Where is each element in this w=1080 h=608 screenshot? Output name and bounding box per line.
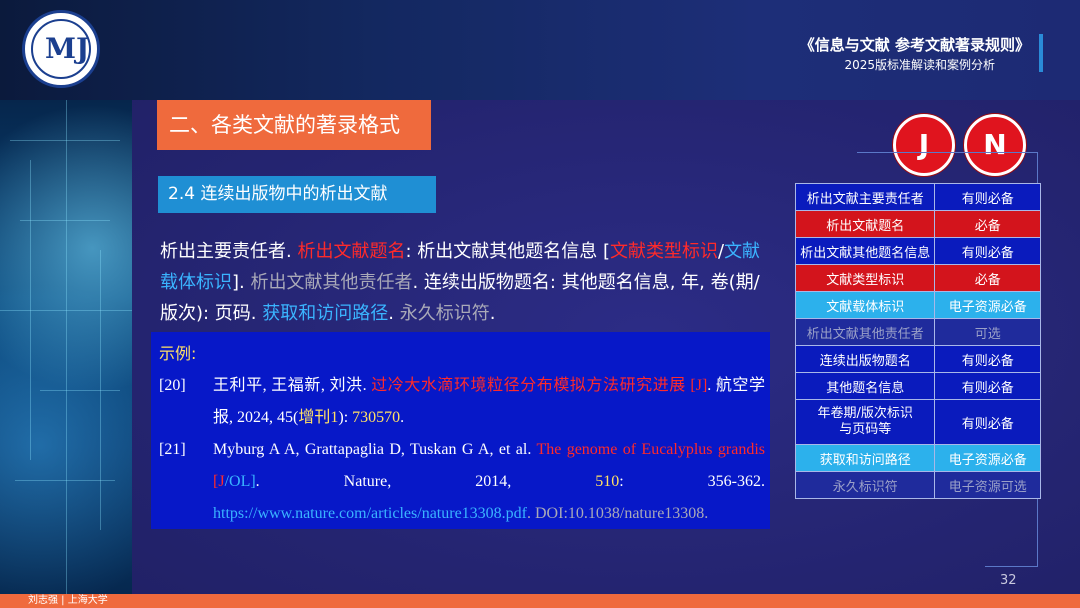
format-part: . <box>489 303 496 324</box>
table-cell-field: 其他题名信息 <box>794 372 936 400</box>
format-part-required: 文献类型标识 <box>609 241 718 262</box>
reference-number: [20] <box>159 377 186 394</box>
format-part-optional: 永久标识符 <box>399 303 490 324</box>
table-cell-field: 文献类型标识 <box>794 264 936 292</box>
reference-item: [20] 王利平, 王福新, 刘洪. 过冷大水滴环境粒径分布模拟方法研究进展 [… <box>159 370 765 434</box>
table-cell-requirement: 有则必备 <box>934 237 1041 265</box>
table-row: 年卷期/版次标识 与页码等 有则必备 <box>794 399 1041 445</box>
ref-issue: 增刊1 <box>298 409 339 426</box>
ref-page: 730570 <box>352 409 401 426</box>
ref-carrier: /OL] <box>224 473 256 490</box>
ref-text: ): <box>338 409 353 426</box>
table-cell-field: 获取和访问路径 <box>794 444 936 472</box>
table-cell-requirement: 电子资源必备 <box>934 444 1041 472</box>
table-cell-requirement: 可选 <box>934 318 1041 346</box>
ref-doi: . DOI:10.1038/nature13308. <box>527 505 709 522</box>
ref-text: Myburg A A, Grattapaglia D, Tuskan G A, … <box>213 441 537 458</box>
table-cell-requirement: 有则必备 <box>934 345 1041 373</box>
footer-text: 刘志强 | 上海大学 <box>28 595 108 606</box>
element-requirement-table: 析出文献主要责任者 有则必备 析出文献题名 必备 析出文献其他题名信息 有则必备 文献类型标… <box>794 183 1041 499</box>
badge-journal-J: J <box>893 114 955 176</box>
example-label: 示例: <box>159 344 197 363</box>
ref-text: : 356-362. <box>619 473 765 490</box>
table-row: 永久标识符 电子资源可选 <box>794 471 1041 499</box>
format-part-optional: 析出文献其他责任者 <box>250 272 413 293</box>
table-row: 析出文献题名 必备 <box>794 210 1041 238</box>
format-part: . <box>388 303 400 324</box>
ref-text: . Nature, 2014, <box>255 473 596 490</box>
header-accent-bar <box>1039 34 1043 72</box>
ref-url-link[interactable]: https://www.nature.com/articles/nature13… <box>213 505 527 522</box>
decorative-frame-line <box>857 152 1037 153</box>
table-row: 其他题名信息 有则必备 <box>794 372 1041 400</box>
table-cell-requirement: 有则必备 <box>934 372 1041 400</box>
table-cell-field: 年卷期/版次标识 与页码等 <box>794 399 936 445</box>
decorative-frame-line <box>985 566 1038 567</box>
ref-text: 王利平, 王福新, 刘洪. <box>213 377 372 394</box>
table-cell-field: 析出文献题名 <box>794 210 936 238</box>
table-row: 析出文献其他责任者 可选 <box>794 318 1041 346</box>
table-cell-requirement: 必备 <box>934 210 1041 238</box>
table-cell-requirement: 有则必备 <box>934 399 1041 445</box>
table-cell-field: 析出文献其他责任者 <box>794 318 936 346</box>
subsection-title: 2.4 连续出版物中的析出文献 <box>158 176 436 213</box>
table-row: 析出文献主要责任者 有则必备 <box>794 183 1041 211</box>
citation-format-text: 析出主要责任者. 析出文献题名: 析出文献其他题名信息 [文献类型标识/文献载体… <box>160 236 770 329</box>
page-number: 32 <box>1000 573 1017 588</box>
example-box: 示例: [20] 王利平, 王福新, 刘洪. 过冷大水滴环境粒径分布模拟方法研究… <box>151 332 770 529</box>
footer-bar: 刘志强 | 上海大学 <box>0 594 1080 608</box>
table-cell-requirement: 有则必备 <box>934 183 1041 211</box>
format-part: : 析出文献其他题名信息 [ <box>405 241 610 262</box>
table-cell-requirement: 电子资源必备 <box>934 291 1041 319</box>
table-cell-field: 析出文献主要责任者 <box>794 183 936 211</box>
course-title: 《信息与文献 参考文献著录规则》 <box>799 36 1030 54</box>
course-subtitle: 2025版标准解读和案例分析 <box>844 58 995 72</box>
format-part: 析出主要责任者. <box>160 241 298 262</box>
ref-title: 过冷大水滴环境粒径分布模拟方法研究进展 [J] <box>371 377 708 394</box>
table-row: 文献载体标识 电子资源必备 <box>794 291 1041 319</box>
table-row: 连续出版物题名 有则必备 <box>794 345 1041 373</box>
table-row: 文献类型标识 必备 <box>794 264 1041 292</box>
format-part-electronic: 获取和访问路径 <box>262 303 389 324</box>
table-row: 获取和访问路径 电子资源必备 <box>794 444 1041 472</box>
table-cell-requirement: 必备 <box>934 264 1041 292</box>
reference-item: [21] Myburg A A, Grattapaglia D, Tuskan … <box>159 434 765 530</box>
table-row: 析出文献其他题名信息 有则必备 <box>794 237 1041 265</box>
table-cell-field: 析出文献其他题名信息 <box>794 237 936 265</box>
decorative-tech-panel <box>0 100 132 594</box>
format-part-required: 析出文献题名 <box>297 241 406 262</box>
slide: MJ 《信息与文献 参考文献著录规则》 2025版标准解读和案例分析 二、各类文… <box>0 0 1080 608</box>
table-cell-field: 永久标识符 <box>794 471 936 499</box>
table-cell-field: 连续出版物题名 <box>794 345 936 373</box>
table-cell-field: 文献载体标识 <box>794 291 936 319</box>
table-cell-requirement: 电子资源可选 <box>934 471 1041 499</box>
format-part: ]. <box>232 272 251 293</box>
university-seal-icon: MJ <box>22 10 100 88</box>
reference-number: [21] <box>159 441 186 458</box>
ref-volume: 510 <box>595 473 620 490</box>
ref-text: . <box>400 409 405 426</box>
badge-newspaper-N: N <box>964 114 1026 176</box>
section-title: 二、各类文献的著录格式 <box>157 100 431 150</box>
